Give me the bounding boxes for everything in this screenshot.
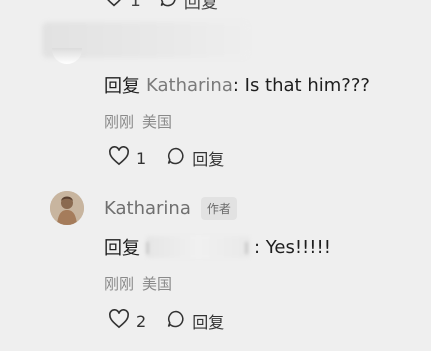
like-button[interactable]: 1 <box>104 0 141 12</box>
comment-actions: 2 回复 <box>108 309 224 333</box>
reply-label: 回复 <box>183 0 218 13</box>
redacted-reply-target <box>146 236 250 258</box>
comment-body: : Yes!!!!! <box>254 236 331 258</box>
reply-button[interactable]: 回复 <box>166 146 224 170</box>
reply-prefix: 回复 <box>104 76 140 97</box>
like-count: 1 <box>136 148 147 168</box>
location: 美国 <box>142 113 173 131</box>
heart-icon <box>108 309 130 333</box>
comment-thread: 1 回复 回复 Katharina : Is that him??? 刚刚 美国 … <box>0 0 431 351</box>
timestamp: 刚刚 <box>104 113 135 131</box>
comment-text: 回复 : Yes!!!!! <box>104 234 331 260</box>
comment-meta: 刚刚 美国 <box>104 273 172 294</box>
heart-icon <box>108 146 130 170</box>
avatar[interactable] <box>50 191 84 225</box>
reply-button[interactable]: 回复 <box>159 0 218 13</box>
comment-text: 回复 Katharina : Is that him??? <box>104 72 370 98</box>
like-count: 2 <box>136 311 147 331</box>
previous-comment-actions: 1 回复 <box>104 0 218 13</box>
speech-bubble-icon <box>166 309 186 333</box>
comment-body: : Is that him??? <box>232 74 370 96</box>
speech-bubble-icon <box>159 0 178 13</box>
location: 美国 <box>142 275 173 293</box>
comment-author: Katharina 作者 <box>104 197 237 220</box>
avatar[interactable] <box>52 48 82 64</box>
speech-bubble-icon <box>166 146 186 170</box>
author-badge: 作者 <box>200 197 237 220</box>
reply-button[interactable]: 回复 <box>166 309 224 333</box>
reply-target-link[interactable]: Katharina <box>146 75 233 96</box>
comment-actions: 1 回复 <box>108 146 224 170</box>
comment-meta: 刚刚 美国 <box>104 111 172 132</box>
timestamp: 刚刚 <box>104 275 135 293</box>
reply-label: 回复 <box>192 150 225 169</box>
heart-icon <box>104 0 124 12</box>
like-button[interactable]: 1 <box>108 146 146 170</box>
reply-label: 回复 <box>192 313 225 332</box>
like-button[interactable]: 2 <box>108 309 146 333</box>
like-count: 1 <box>130 0 141 11</box>
author-name[interactable]: Katharina <box>104 198 191 219</box>
reply-prefix: 回复 <box>104 238 140 259</box>
